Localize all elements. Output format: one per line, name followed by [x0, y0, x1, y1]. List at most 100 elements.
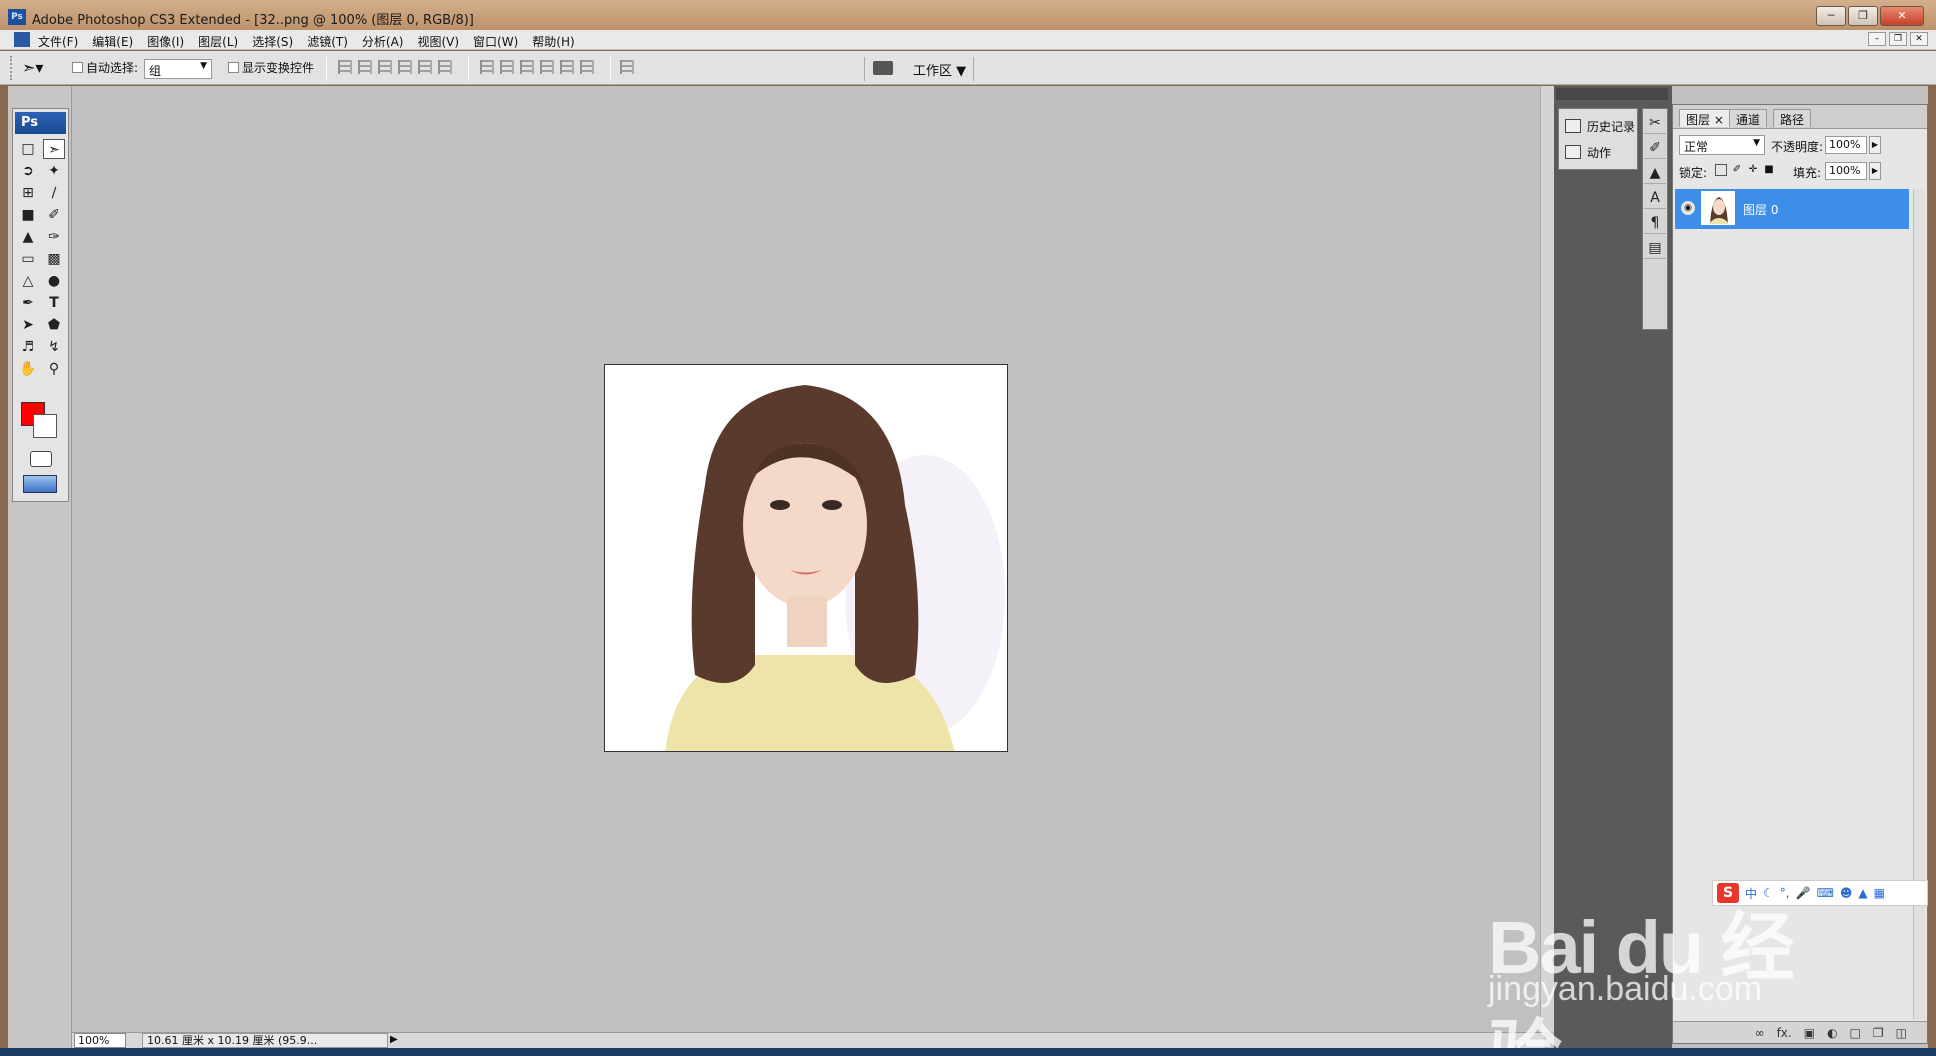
eyedropper-tool-icon[interactable]: ↯: [43, 337, 65, 357]
tab-layers[interactable]: 图层 ×: [1679, 109, 1731, 127]
workspace-button[interactable]: 工作区 ▼: [864, 57, 974, 81]
microphone-icon[interactable]: 🎤: [1796, 886, 1811, 900]
new-group-icon[interactable]: □: [1850, 1026, 1861, 1040]
document-canvas[interactable]: [604, 364, 1008, 752]
punctuation-icon[interactable]: °,: [1780, 886, 1790, 900]
auto-align-icon[interactable]: [620, 60, 634, 74]
moon-icon[interactable]: ☾: [1763, 886, 1774, 900]
layer-row[interactable]: ◉ 图层 0: [1675, 189, 1909, 229]
blur-tool-icon[interactable]: △: [17, 271, 39, 291]
user-icon[interactable]: ☻: [1840, 886, 1853, 900]
brushes-icon[interactable]: ✐: [1644, 137, 1666, 159]
brush-tool-icon[interactable]: ✐: [43, 205, 65, 225]
opacity-field[interactable]: 100%: [1825, 136, 1867, 154]
zoom-field[interactable]: 100%: [74, 1033, 126, 1048]
close-tab-icon[interactable]: ×: [1714, 113, 1724, 127]
layer-comps-icon[interactable]: ▤: [1644, 237, 1666, 259]
doc-restore-button[interactable]: ❐: [1889, 32, 1907, 46]
fill-field[interactable]: 100%: [1825, 162, 1867, 180]
align-bottom-icon[interactable]: [378, 60, 392, 74]
menu-edit[interactable]: 编辑(E): [92, 33, 133, 50]
layer-style-label[interactable]: fx.: [1777, 1026, 1792, 1040]
distribute-top-icon[interactable]: [480, 60, 494, 74]
doc-minimize-button[interactable]: –: [1868, 32, 1886, 46]
document-info[interactable]: 10.61 厘米 x 10.19 厘米 (95.9...: [142, 1033, 388, 1048]
actions-panel-button[interactable]: 动作: [1565, 141, 1611, 163]
crop-tool-icon[interactable]: ⊞: [17, 183, 39, 203]
tool-preset-picker[interactable]: ➣▾: [22, 57, 60, 79]
restore-button[interactable]: ❐: [1848, 6, 1878, 26]
align-hcenter-icon[interactable]: [418, 60, 432, 74]
clone-stamp-tool-icon[interactable]: ▲: [17, 227, 39, 247]
distribute-vcenter-icon[interactable]: [500, 60, 514, 74]
link-layers-icon[interactable]: ∞: [1755, 1026, 1765, 1040]
lock-pixels-icon[interactable]: ✐: [1731, 164, 1743, 176]
shape-tool-icon[interactable]: ⬟: [43, 315, 65, 335]
menu-image[interactable]: 图像(I): [147, 33, 184, 50]
menu-help[interactable]: 帮助(H): [532, 33, 574, 50]
align-left-icon[interactable]: [398, 60, 412, 74]
document-icon[interactable]: [14, 32, 30, 47]
show-transform-checkbox[interactable]: [228, 62, 239, 73]
menu-filter[interactable]: 滤镜(T): [307, 33, 348, 50]
auto-select-dropdown[interactable]: 组 ▼: [144, 59, 212, 79]
screen-mode-button[interactable]: [23, 475, 57, 493]
options-grip[interactable]: [10, 56, 14, 80]
minimize-button[interactable]: ─: [1816, 6, 1846, 26]
align-top-icon[interactable]: [338, 60, 352, 74]
adjustment-layer-icon[interactable]: ◐: [1827, 1026, 1837, 1040]
distribute-hcenter-icon[interactable]: [560, 60, 574, 74]
character-icon[interactable]: A: [1644, 187, 1666, 209]
tab-paths[interactable]: 路径: [1773, 109, 1812, 127]
menu-analysis[interactable]: 分析(A): [362, 33, 404, 50]
clone-source-icon[interactable]: ▲: [1644, 162, 1666, 184]
zoom-tool-icon[interactable]: ⚲: [43, 359, 65, 379]
hand-tool-icon[interactable]: ✋: [17, 359, 39, 379]
healing-brush-tool-icon[interactable]: ■: [17, 205, 39, 225]
align-right-icon[interactable]: [438, 60, 452, 74]
sogou-logo[interactable]: S: [1717, 883, 1739, 903]
paragraph-icon[interactable]: ¶: [1644, 212, 1666, 234]
notes-tool-icon[interactable]: ♬: [17, 337, 39, 357]
close-button[interactable]: ✕: [1880, 6, 1924, 26]
menu-layer[interactable]: 图层(L): [198, 33, 238, 50]
history-panel-button[interactable]: 历史记录: [1565, 115, 1635, 137]
blend-mode-dropdown[interactable]: 正常 ▼: [1679, 135, 1765, 155]
fill-slider-arrow-icon[interactable]: ▶: [1869, 162, 1881, 180]
background-color-swatch[interactable]: [33, 414, 57, 438]
lasso-tool-icon[interactable]: ➲: [17, 161, 39, 181]
grid-icon[interactable]: ▦: [1874, 886, 1885, 900]
ime-mode[interactable]: 中: [1745, 885, 1757, 902]
menu-view[interactable]: 视图(V): [417, 33, 459, 50]
doc-close-button[interactable]: ✕: [1910, 32, 1928, 46]
menu-file[interactable]: 文件(F): [38, 33, 78, 50]
auto-select-checkbox[interactable]: [72, 62, 83, 73]
opacity-slider-arrow-icon[interactable]: ▶: [1869, 136, 1881, 154]
layer-mask-icon[interactable]: ▣: [1804, 1026, 1815, 1040]
vertical-scrollbar[interactable]: [1540, 86, 1554, 1032]
type-tool-icon[interactable]: T: [43, 293, 65, 313]
new-layer-icon[interactable]: ❐: [1873, 1026, 1884, 1040]
lock-transparency-icon[interactable]: [1715, 164, 1727, 176]
keyboard-icon[interactable]: ⌨: [1817, 886, 1834, 900]
dodge-tool-icon[interactable]: ●: [43, 271, 65, 291]
distribute-right-icon[interactable]: [580, 60, 594, 74]
marquee-tool-icon[interactable]: □: [17, 139, 39, 159]
align-vcenter-icon[interactable]: [358, 60, 372, 74]
path-selection-tool-icon[interactable]: ➤: [17, 315, 39, 335]
lock-position-icon[interactable]: ✛: [1747, 164, 1759, 176]
shirt-icon[interactable]: ▲: [1858, 886, 1867, 900]
history-brush-tool-icon[interactable]: ✑: [43, 227, 65, 247]
gradient-tool-icon[interactable]: ▩: [43, 249, 65, 269]
menu-select[interactable]: 选择(S): [252, 33, 293, 50]
distribute-bottom-icon[interactable]: [520, 60, 534, 74]
status-menu-arrow-icon[interactable]: ▶: [390, 1034, 398, 1045]
tool-presets-icon[interactable]: ✂: [1644, 112, 1666, 134]
tab-channels[interactable]: 通道: [1729, 109, 1768, 127]
eraser-tool-icon[interactable]: ▭: [17, 249, 39, 269]
move-tool-icon[interactable]: ➣: [43, 139, 65, 159]
lock-all-icon[interactable]: ■: [1763, 164, 1775, 176]
layer-name[interactable]: 图层 0: [1743, 201, 1778, 218]
distribute-left-icon[interactable]: [540, 60, 554, 74]
slice-tool-icon[interactable]: ∕: [43, 183, 65, 203]
